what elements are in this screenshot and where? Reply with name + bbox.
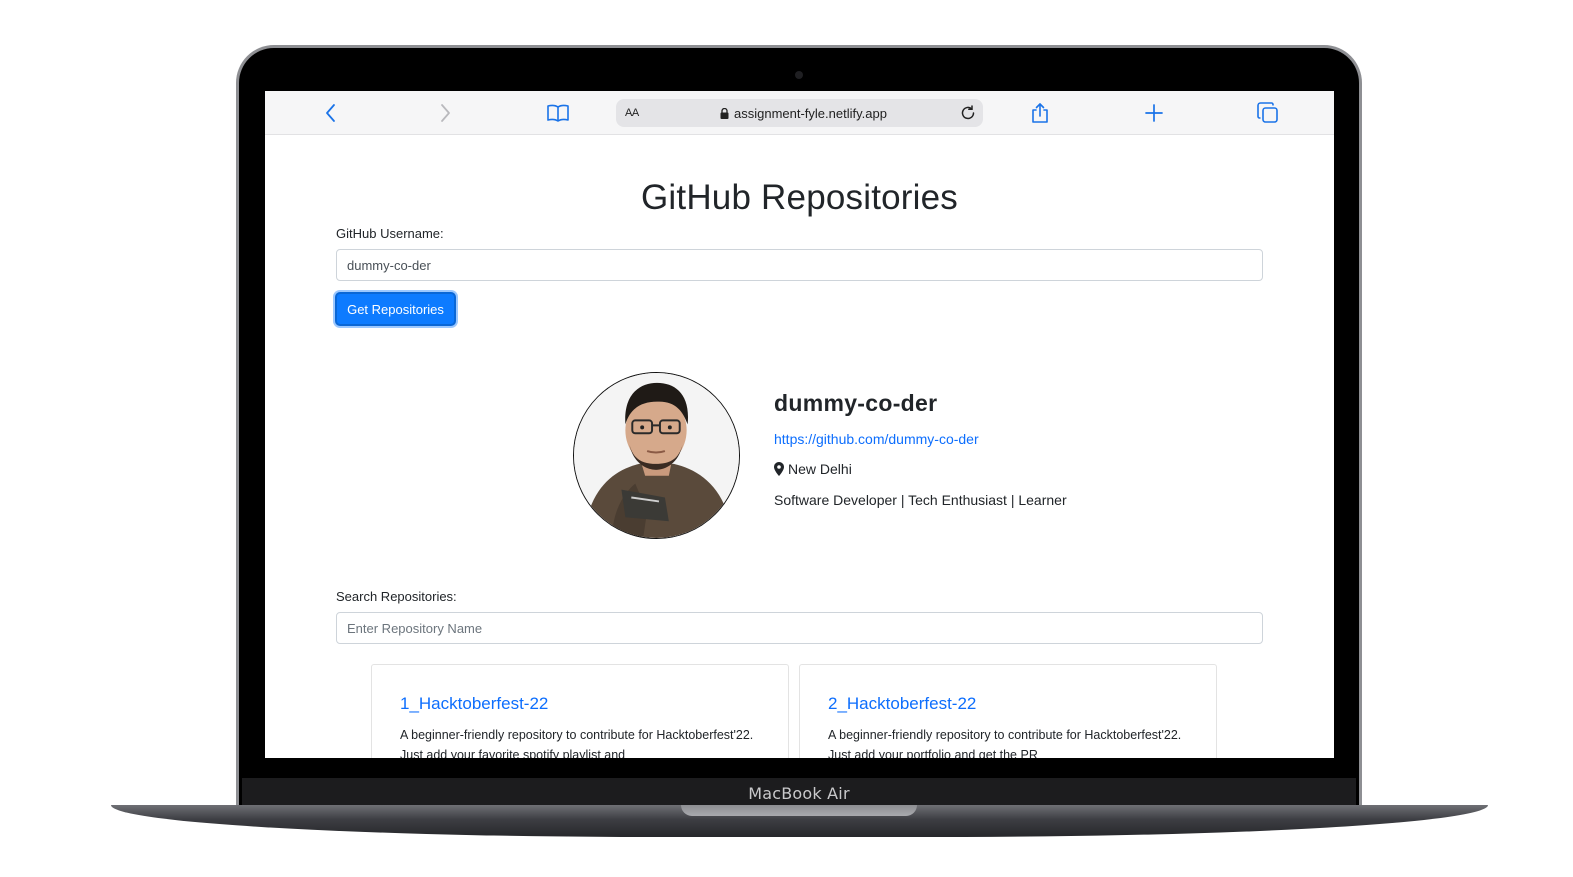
url-display[interactable]: assignment-fyle.netlify.app bbox=[720, 106, 887, 121]
username-input[interactable] bbox=[336, 249, 1263, 281]
repo-description: A beginner-friendly repository to contri… bbox=[828, 728, 1182, 758]
repo-name-link[interactable]: 1_Hacktoberfest-22 bbox=[400, 694, 548, 714]
camera-icon bbox=[795, 71, 803, 79]
profile-name: dummy-co-der bbox=[774, 390, 938, 416]
repo-description: A beginner-friendly repository to contri… bbox=[400, 728, 754, 758]
repo-card[interactable]: 2_Hacktoberfest-22 A beginner-friendly r… bbox=[799, 664, 1217, 758]
location-text: New Delhi bbox=[788, 461, 852, 477]
repo-name-link[interactable]: 2_Hacktoberfest-22 bbox=[828, 694, 976, 714]
username-label: GitHub Username: bbox=[336, 226, 444, 241]
profile-link[interactable]: https://github.com/dummy-co-der bbox=[774, 431, 979, 447]
new-tab-icon[interactable] bbox=[1142, 101, 1166, 125]
url-text: assignment-fyle.netlify.app bbox=[734, 105, 887, 121]
bottom-bezel: MacBook Air bbox=[242, 778, 1356, 808]
screen: AA assignment-fyle.netlify.app GitHub Re… bbox=[265, 91, 1334, 758]
profile-location: New Delhi bbox=[774, 461, 852, 477]
search-input[interactable] bbox=[336, 612, 1263, 644]
laptop-notch bbox=[681, 805, 917, 816]
bookmarks-icon[interactable] bbox=[546, 101, 570, 125]
browser-toolbar: AA assignment-fyle.netlify.app bbox=[265, 91, 1334, 135]
page-title: GitHub Repositories bbox=[641, 178, 958, 217]
avatar bbox=[573, 372, 740, 539]
model-label: MacBook Air bbox=[748, 783, 850, 803]
forward-icon[interactable] bbox=[433, 101, 457, 125]
profile-bio: Software Developer | Tech Enthusiast | L… bbox=[774, 492, 1067, 508]
reload-icon[interactable] bbox=[959, 104, 977, 122]
lock-icon bbox=[720, 107, 729, 119]
address-bar[interactable]: AA assignment-fyle.netlify.app bbox=[616, 99, 983, 127]
tabs-icon[interactable] bbox=[1256, 101, 1280, 125]
text-size-button[interactable]: AA bbox=[625, 107, 639, 119]
share-icon[interactable] bbox=[1028, 101, 1052, 125]
back-icon[interactable] bbox=[319, 101, 343, 125]
map-pin-icon bbox=[774, 462, 784, 476]
web-page: GitHub Repositories GitHub Username: Get… bbox=[265, 135, 1334, 758]
repo-card[interactable]: 1_Hacktoberfest-22 A beginner-friendly r… bbox=[371, 664, 789, 758]
get-repositories-button[interactable]: Get Repositories bbox=[335, 292, 456, 326]
search-label: Search Repositories: bbox=[336, 589, 457, 604]
